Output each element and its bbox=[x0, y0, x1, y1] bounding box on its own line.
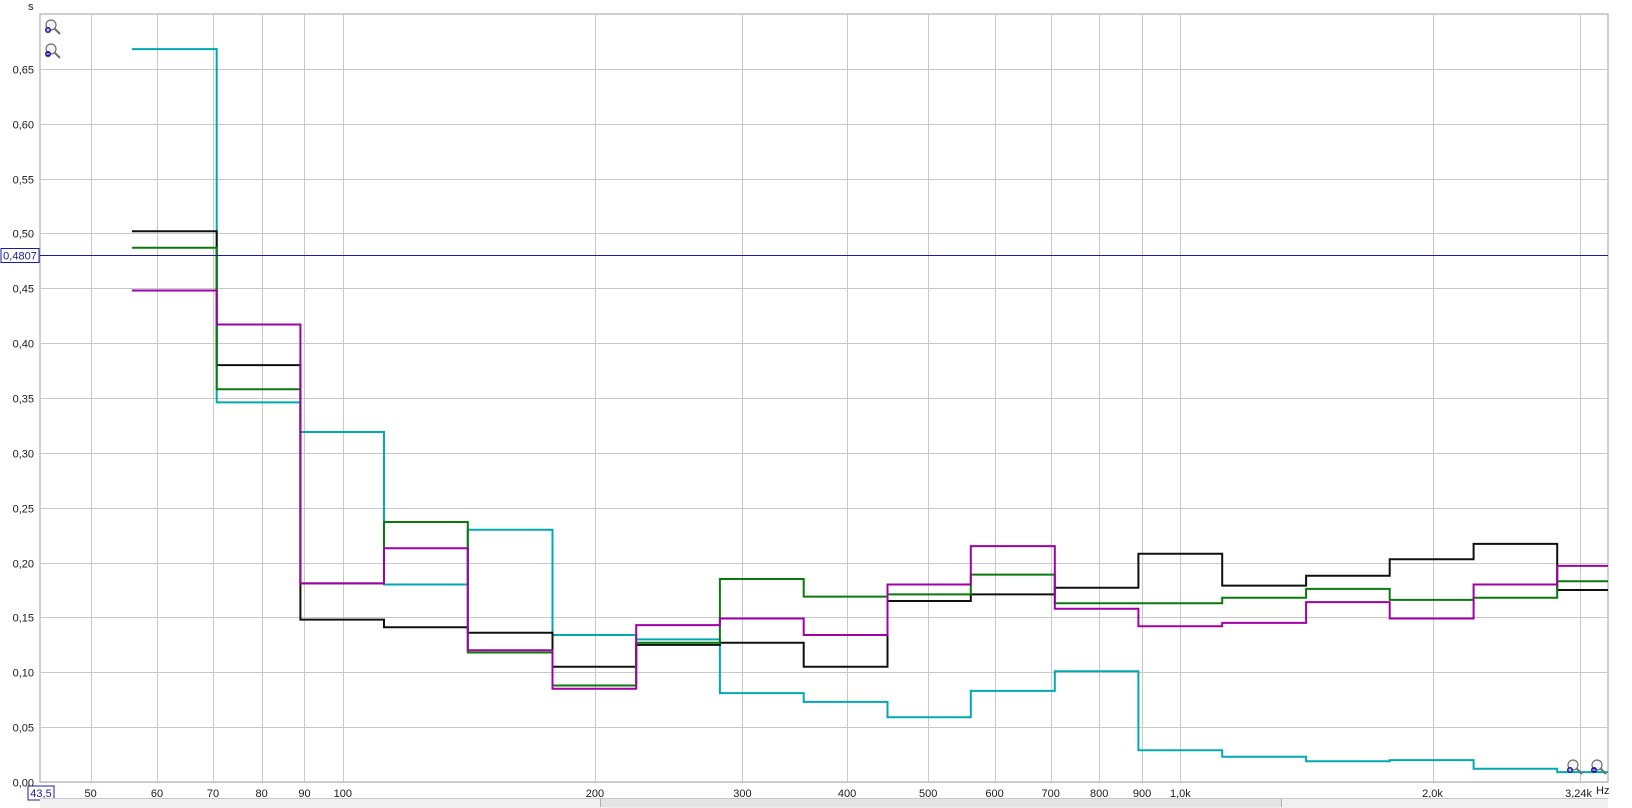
y-tick-label: 0,30 bbox=[13, 449, 34, 461]
reference-label: 0,4807 bbox=[3, 251, 37, 263]
y-tick-label: 0,15 bbox=[13, 613, 34, 625]
y-tick-label: 0,20 bbox=[13, 559, 34, 571]
magnifier-minus-icon[interactable] bbox=[44, 42, 62, 60]
y-tick-label: 0,35 bbox=[13, 394, 34, 406]
y-tick-label: 0,10 bbox=[13, 668, 34, 680]
magnifier-plus-icon[interactable] bbox=[44, 18, 62, 36]
y-tick-label: 0,60 bbox=[13, 120, 34, 132]
scroll-thumb[interactable] bbox=[600, 799, 1282, 807]
y-tick-label: 0,45 bbox=[13, 284, 34, 296]
y-tick-label: 0,65 bbox=[13, 65, 34, 77]
y-tick-label: 0,55 bbox=[13, 175, 34, 187]
y-tick-label: 0,05 bbox=[13, 723, 34, 735]
rt60-chart: 0,000,050,100,150,200,250,300,350,400,45… bbox=[0, 1, 1609, 801]
magnifier-plus-icon[interactable] bbox=[1566, 758, 1584, 776]
magnifier-minus-icon[interactable] bbox=[1590, 758, 1608, 776]
y-axis-unit: s bbox=[28, 1, 34, 13]
y-tick-label: 0,25 bbox=[13, 504, 34, 516]
y-tick-label: 0,40 bbox=[13, 339, 34, 351]
x-axis-unit: Hz bbox=[1596, 785, 1610, 797]
y-axis-labels: 0,000,050,100,150,200,250,300,350,400,45… bbox=[13, 65, 34, 790]
y-tick-label: 0,50 bbox=[13, 229, 34, 241]
